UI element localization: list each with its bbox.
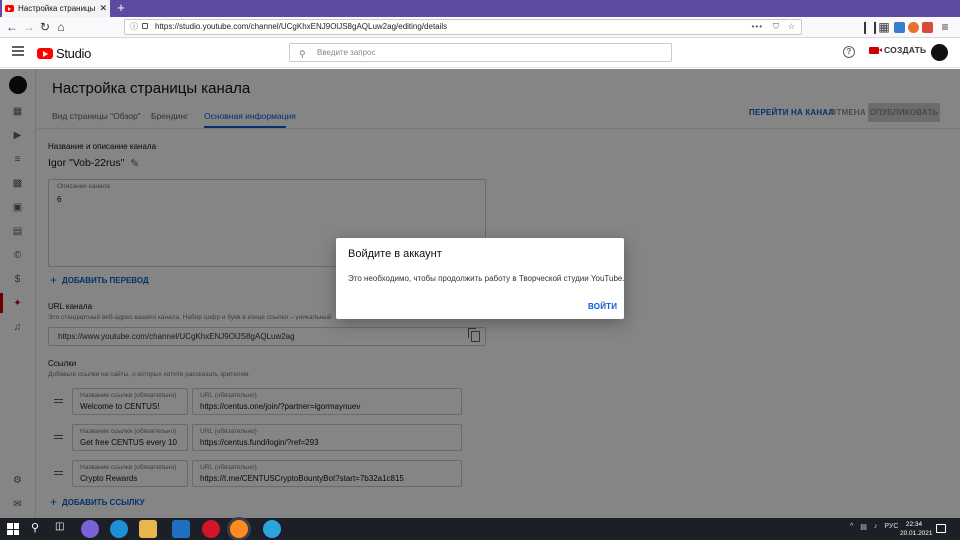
tray-chevron-icon[interactable]: ^ — [850, 523, 853, 531]
edge-browser-icon[interactable] — [110, 520, 128, 538]
hamburger-menu-icon[interactable] — [12, 46, 24, 56]
extension-2-icon[interactable] — [908, 22, 919, 33]
clock-date: 20.01.2021 — [900, 530, 933, 537]
bookmark-star-icon[interactable]: ☆ — [788, 20, 795, 34]
studio-logo[interactable]: Studio — [37, 46, 91, 61]
dialog-title: Войдите в аккаунт — [348, 248, 442, 260]
reload-button[interactable]: ↻ — [37, 19, 53, 35]
clock-time: 22:34 — [905, 521, 923, 528]
video-camera-icon — [869, 46, 882, 54]
search-icon: ⚲ — [299, 49, 306, 59]
start-windows-icon[interactable] — [7, 523, 19, 535]
youtube-logo-icon — [37, 48, 53, 59]
browser-tab-bar — [0, 0, 960, 17]
search-input[interactable]: ⚲ Введите запрос — [289, 43, 672, 62]
task-view-icon[interactable]: ◫ — [55, 521, 64, 532]
info-icon[interactable]: ⓘ — [130, 20, 138, 34]
volume-icon[interactable]: ♪ — [874, 523, 878, 531]
forward-button[interactable]: → — [21, 19, 37, 35]
file-explorer-icon[interactable] — [139, 520, 157, 538]
menu-icon[interactable]: ≡ — [937, 19, 953, 35]
taskbar-clock[interactable]: 22:34 20.01.2021 — [900, 520, 933, 538]
opera-browser-icon[interactable] — [202, 520, 220, 538]
lock-icon — [142, 23, 148, 29]
firefox-browser-icon[interactable] — [230, 520, 248, 538]
studio-logo-text: Studio — [56, 46, 92, 61]
search-placeholder: Введите запрос — [317, 48, 376, 57]
close-tab-icon[interactable]: ✕ — [99, 3, 107, 14]
telegram-icon[interactable] — [263, 520, 281, 538]
account-avatar[interactable] — [931, 44, 948, 61]
address-bar[interactable]: ⓘ https://studio.youtube.com/channel/UCg… — [124, 19, 802, 35]
sidebar-toggle-icon[interactable]: ▦ — [876, 19, 892, 35]
create-button[interactable]: СОЗДАТЬ — [869, 45, 926, 55]
notifications-icon[interactable] — [936, 524, 946, 533]
page-actions-icon[interactable]: ••• — [752, 20, 763, 34]
create-button-label: СОЗДАТЬ — [884, 45, 927, 55]
system-tray: ^ ▤ ♪ РУС — [850, 523, 898, 531]
address-bar-url: https://studio.youtube.com/channel/UCgKh… — [155, 22, 448, 31]
cortana-app-icon[interactable] — [81, 520, 99, 538]
browser-tab-title: Настройка страницы канала — [18, 4, 97, 13]
language-indicator[interactable]: РУС — [884, 523, 898, 531]
sign-in-button[interactable]: ВОЙТИ — [588, 302, 617, 311]
dialog-message: Это необходимо, чтобы продолжить работу … — [348, 274, 625, 283]
extension-3-icon[interactable] — [922, 22, 933, 33]
new-tab-button[interactable]: + — [114, 0, 128, 17]
browser-tab[interactable]: Настройка страницы канала ✕ — [2, 0, 110, 17]
network-icon[interactable]: ▤ — [860, 523, 867, 531]
back-button[interactable]: ← — [4, 19, 20, 35]
youtube-favicon-icon — [5, 5, 14, 12]
help-icon[interactable]: ? — [843, 46, 855, 58]
taskbar-search-icon[interactable]: ⚲ — [31, 521, 39, 534]
library-icon[interactable]: ❙❙ — [860, 19, 880, 35]
pocket-icon[interactable]: ⛉ — [773, 20, 779, 34]
mail-icon[interactable] — [172, 520, 190, 538]
extension-1-icon[interactable] — [894, 22, 905, 33]
home-icon[interactable]: ⌂ — [53, 19, 69, 35]
